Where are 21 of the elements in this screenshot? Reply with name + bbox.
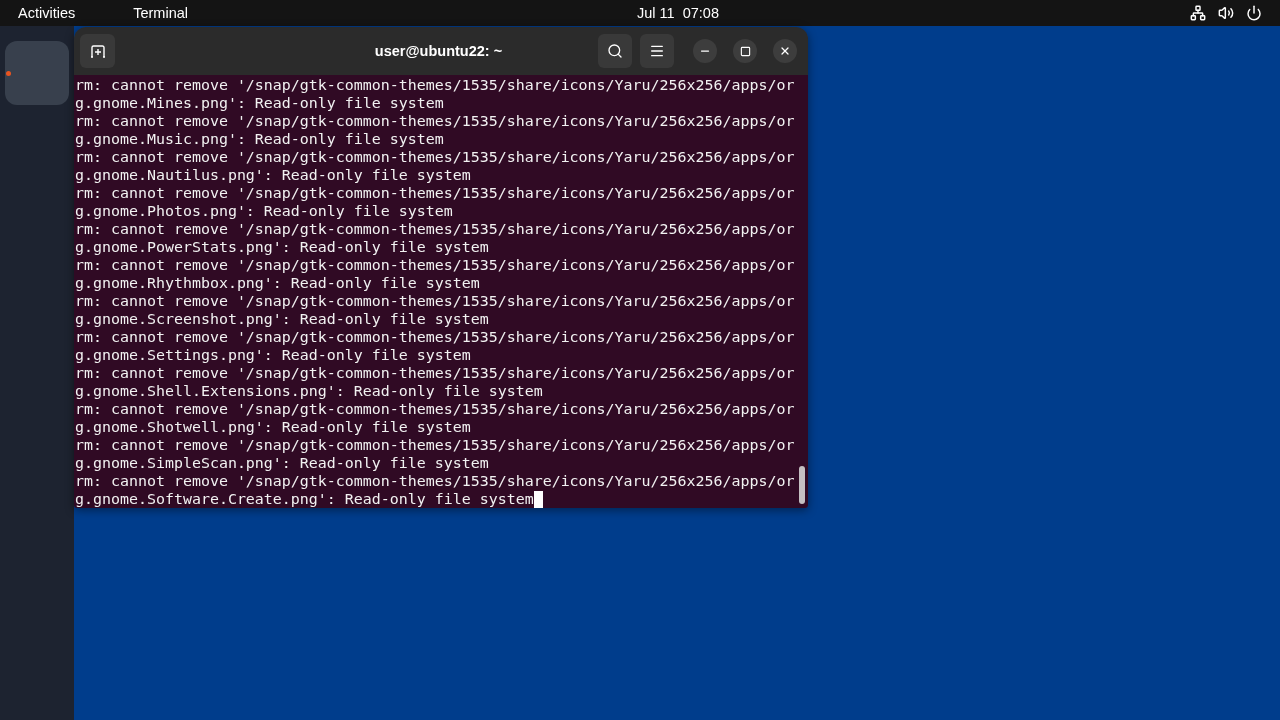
search-icon xyxy=(607,43,623,59)
menu-icon xyxy=(649,43,665,59)
dock-app-tile[interactable] xyxy=(5,41,69,105)
clock[interactable]: Jul 11 07:08 xyxy=(637,4,719,22)
new-tab-button[interactable] xyxy=(80,34,115,68)
close-button[interactable] xyxy=(773,39,797,63)
scrollbar-thumb[interactable] xyxy=(799,466,805,504)
search-button[interactable] xyxy=(598,34,632,68)
maximize-button[interactable] xyxy=(733,39,757,63)
app-menu[interactable]: Terminal xyxy=(133,4,188,22)
network-icon[interactable] xyxy=(1190,5,1206,21)
terminal-line: rm: cannot remove '/snap/gtk-common-themes/1535/share/icons/Yaru/256x256/apps/org.gnome.Software.Create.png': Read-only file system xyxy=(75,472,795,508)
close-icon xyxy=(779,45,791,57)
window-title: user@ubuntu22: ~ xyxy=(374,43,503,59)
volume-icon[interactable] xyxy=(1218,5,1234,21)
power-icon[interactable] xyxy=(1246,5,1262,21)
activities-button[interactable]: Activities xyxy=(18,4,76,22)
maximize-icon xyxy=(739,45,751,57)
menu-button[interactable] xyxy=(640,34,674,68)
new-tab-icon xyxy=(89,43,106,59)
minimize-button[interactable] xyxy=(693,39,717,63)
